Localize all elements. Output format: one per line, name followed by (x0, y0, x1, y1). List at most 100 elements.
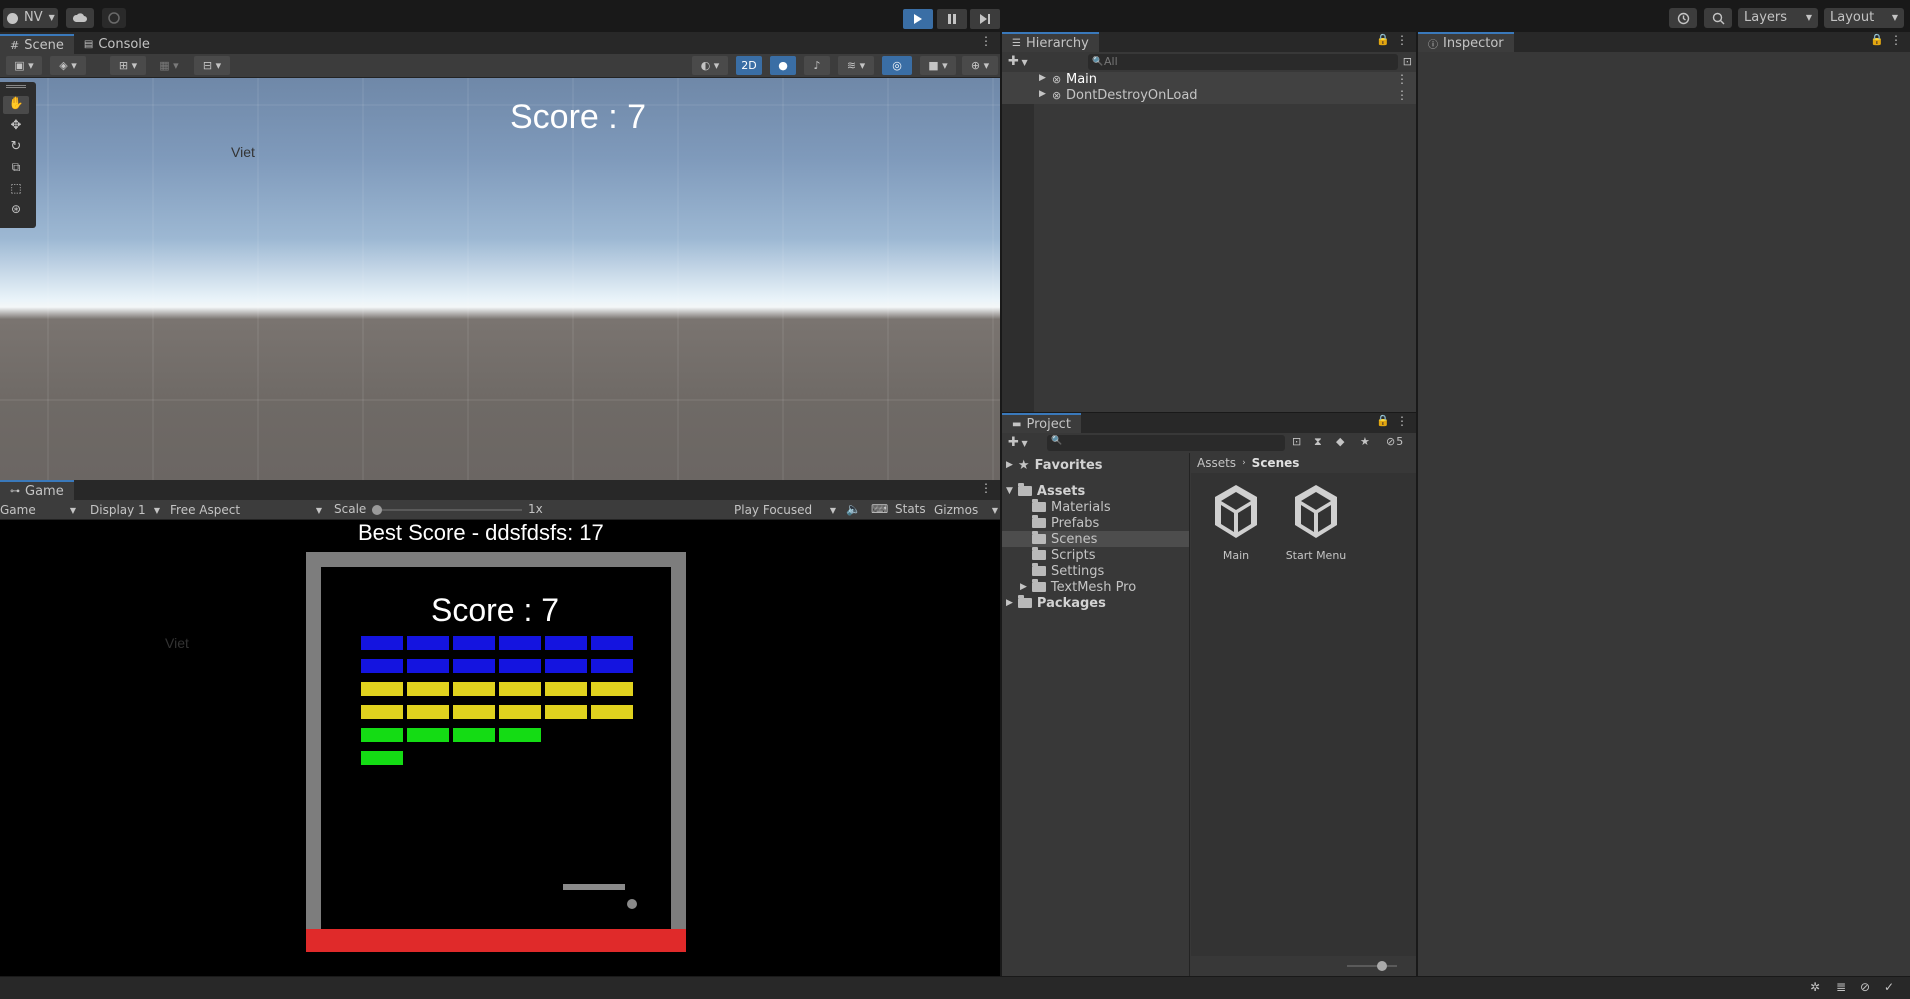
mute-audio-icon[interactable]: 🔈 (846, 502, 861, 516)
collab-button[interactable] (102, 8, 126, 28)
aspect-dropdown[interactable]: Free Aspect ▼ (166, 502, 326, 518)
rotate-tool-icon[interactable]: ↻ (3, 139, 29, 157)
search-options-icon[interactable]: ⊡ (1403, 55, 1412, 68)
folder-label: TextMesh Pro (1050, 579, 1137, 595)
gizmos-dropdown[interactable]: Gizmos ▼ (934, 502, 998, 518)
tab-inspector[interactable]: ⓘ Inspector (1418, 32, 1514, 52)
stats-button[interactable]: Stats (895, 502, 926, 516)
hierarchy-row[interactable]: ▶ ⊗ Main ⋮ (1002, 72, 1416, 88)
2d-toggle[interactable]: 2D (736, 56, 762, 75)
network-off-icon[interactable]: ⊘ (1860, 980, 1870, 994)
more-options-icon[interactable]: ⋮ (980, 481, 992, 495)
tab-console-label: Console (98, 36, 150, 52)
grid-button[interactable]: ▦ ▾ (154, 56, 184, 75)
tab-game[interactable]: ⊶ Game (0, 480, 74, 500)
transform-tool-icon[interactable]: ⊛ (3, 202, 29, 220)
expand-arrow-icon[interactable]: ▶ (1006, 598, 1013, 608)
play-button[interactable] (903, 9, 933, 29)
folder-row-prefabs[interactable]: Prefabs (1032, 515, 1099, 531)
draw-mode-button[interactable]: ▣ ▾ (6, 56, 42, 75)
breadcrumb-scenes[interactable]: Scenes (1252, 456, 1300, 470)
asset-item-start-menu[interactable]: Start Menu (1281, 483, 1351, 562)
asset-item-main[interactable]: Main (1211, 483, 1261, 562)
hidden-packages-toggle[interactable]: ⊘ 5 (1386, 435, 1403, 448)
project-search-input[interactable]: 🔍 (1047, 435, 1285, 451)
display-dropdown[interactable]: Display 1 ▼ (86, 502, 164, 518)
history-button[interactable] (1669, 8, 1697, 28)
brick-green (453, 728, 495, 742)
folder-row-scripts[interactable]: Scripts (1032, 547, 1095, 563)
camera-button[interactable]: ■ ▾ (920, 56, 956, 75)
keyboard-icon[interactable]: ⌨ (871, 502, 888, 516)
render-mode-button[interactable]: ◈ ▾ (50, 56, 86, 75)
expand-arrow-icon[interactable]: ▶ (1039, 73, 1046, 83)
favorites-row[interactable]: ▶ ★ Favorites (1006, 457, 1103, 473)
expand-arrow-icon[interactable]: ▶ (1006, 460, 1013, 470)
bug-icon[interactable]: ✲ (1810, 980, 1820, 994)
account-dropdown[interactable]: NV ▼ (3, 8, 58, 28)
layers-stack-icon[interactable]: ≣ (1836, 980, 1846, 994)
add-object-button[interactable]: ✚ ▼ (1008, 54, 1028, 69)
hierarchy-row[interactable]: ▶ ⊗ DontDestroyOnLoad ⋮ (1002, 88, 1416, 104)
audio-toggle[interactable]: ♪ (804, 56, 830, 75)
folder-row-materials[interactable]: Materials (1032, 499, 1111, 515)
hand-tool-icon[interactable]: ✋ (3, 96, 29, 114)
collapse-arrow-icon[interactable]: ▼ (1006, 486, 1013, 496)
tab-inspector-label: Inspector (1443, 35, 1504, 51)
shading-button[interactable]: ◐ ▾ (692, 56, 728, 75)
folder-row-textmeshpro[interactable]: ▶ TextMesh Pro (1020, 579, 1136, 595)
scale-tool-icon[interactable]: ⧉ (3, 160, 29, 178)
search-button[interactable] (1704, 8, 1732, 28)
icon-size-slider[interactable] (1347, 961, 1397, 971)
game-viewport[interactable]: Best Score - ddsfdsfs: 17 Viet Score : 7 (0, 520, 1000, 976)
scale-slider-thumb[interactable] (372, 505, 382, 515)
move-tool-icon[interactable]: ✥ (3, 118, 29, 136)
play-focused-dropdown[interactable]: Play Focused ▼ (730, 502, 840, 518)
label-tag-icon[interactable]: ◆ (1336, 435, 1344, 448)
more-options-icon[interactable]: ⋮ (980, 34, 992, 48)
more-options-icon[interactable]: ⋮ (1396, 88, 1408, 102)
tab-hierarchy[interactable]: ☰ Hierarchy (1002, 32, 1099, 52)
pause-button[interactable] (937, 9, 967, 29)
visibility-toggle[interactable]: ◎ (882, 56, 912, 75)
account-icon (7, 12, 18, 24)
gizmos-scene-button[interactable]: ⊕ ▾ (962, 56, 998, 75)
more-options-icon[interactable]: ⋮ (1396, 72, 1408, 86)
effects-button[interactable]: ≋ ▾ (838, 56, 874, 75)
drag-handle-icon[interactable] (6, 85, 26, 88)
scale-slider[interactable] (372, 505, 522, 515)
increment-snap-button[interactable]: ⊟ ▾ (194, 56, 230, 75)
lock-icon[interactable]: 🔒 (1376, 33, 1390, 46)
snap-button[interactable]: ⊞ ▾ (110, 56, 146, 75)
cloud-button[interactable] (66, 8, 94, 28)
folder-row-scenes[interactable]: Scenes (1032, 531, 1097, 547)
layout-dropdown[interactable]: Layout ▼ (1824, 8, 1904, 28)
lock-icon[interactable]: 🔒 (1376, 414, 1390, 427)
game-view-dropdown[interactable]: Game ▼ (0, 502, 80, 518)
layers-dropdown[interactable]: Layers ▼ (1738, 8, 1818, 28)
packages-row[interactable]: ▶ Packages (1006, 595, 1106, 611)
breadcrumb-assets[interactable]: Assets (1197, 456, 1236, 470)
favorite-star-icon[interactable]: ★ (1360, 435, 1370, 448)
search-by-type-icon[interactable]: ⊡ (1292, 435, 1301, 448)
expand-arrow-icon[interactable]: ▶ (1020, 582, 1027, 592)
more-options-icon[interactable]: ⋮ (1890, 33, 1902, 47)
hierarchy-search-input[interactable]: 🔍 All (1088, 54, 1398, 70)
lock-icon[interactable]: 🔒 (1870, 33, 1884, 46)
filter-type-icon[interactable]: ⧗ (1314, 435, 1322, 449)
create-asset-button[interactable]: ✚ ▼ (1008, 435, 1028, 450)
lighting-toggle[interactable]: ● (770, 56, 796, 75)
tab-console[interactable]: ▤ Console (74, 34, 160, 54)
icon-size-slider-thumb[interactable] (1377, 961, 1387, 971)
scene-viewport[interactable]: Score : 7 Viet ✋ ✥ ↻ ⧉ ⬚ ⊛ (0, 78, 1000, 480)
expand-arrow-icon[interactable]: ▶ (1039, 89, 1046, 99)
tab-scene[interactable]: # Scene (0, 34, 74, 54)
step-button[interactable] (970, 9, 1000, 29)
more-options-icon[interactable]: ⋮ (1396, 33, 1408, 47)
tab-project[interactable]: ▬ Project (1002, 413, 1081, 433)
assets-row[interactable]: ▼ Assets (1006, 483, 1085, 499)
rect-tool-icon[interactable]: ⬚ (3, 181, 29, 199)
check-circle-icon[interactable]: ✓ (1884, 980, 1894, 994)
folder-row-settings[interactable]: Settings (1032, 563, 1104, 579)
more-options-icon[interactable]: ⋮ (1396, 414, 1408, 428)
